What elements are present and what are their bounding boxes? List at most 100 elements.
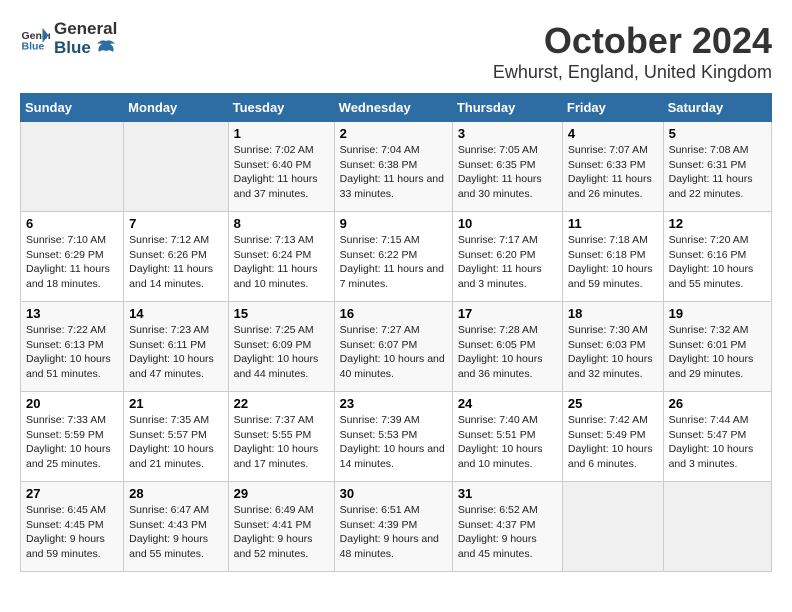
day-number: 3 — [458, 126, 557, 141]
day-number: 23 — [340, 396, 447, 411]
day-info: Sunrise: 7:25 AM Sunset: 6:09 PM Dayligh… — [234, 323, 329, 382]
day-number: 24 — [458, 396, 557, 411]
calendar-cell — [663, 482, 771, 572]
day-info: Sunrise: 7:37 AM Sunset: 5:55 PM Dayligh… — [234, 413, 329, 472]
calendar-week-5: 27 Sunrise: 6:45 AM Sunset: 4:45 PM Dayli… — [21, 482, 772, 572]
logo-general: General — [54, 20, 117, 39]
weekday-header-tuesday: Tuesday — [228, 94, 334, 122]
day-number: 21 — [129, 396, 222, 411]
day-number: 2 — [340, 126, 447, 141]
page-header: General Blue General Blue October 2024 E… — [20, 20, 772, 83]
logo: General Blue General Blue — [20, 20, 117, 57]
day-info: Sunrise: 6:49 AM Sunset: 4:41 PM Dayligh… — [234, 503, 329, 562]
weekday-header-monday: Monday — [124, 94, 228, 122]
day-number: 8 — [234, 216, 329, 231]
calendar-cell: 11 Sunrise: 7:18 AM Sunset: 6:18 PM Dayli… — [562, 212, 663, 302]
calendar-week-2: 6 Sunrise: 7:10 AM Sunset: 6:29 PM Daylig… — [21, 212, 772, 302]
calendar-cell: 25 Sunrise: 7:42 AM Sunset: 5:49 PM Dayli… — [562, 392, 663, 482]
weekday-header-saturday: Saturday — [663, 94, 771, 122]
calendar-cell: 18Sunrise: 7:30 AM Sunset: 6:03 PM Dayli… — [562, 302, 663, 392]
title-area: October 2024 Ewhurst, England, United Ki… — [493, 20, 772, 83]
calendar-cell — [562, 482, 663, 572]
day-info: Sunrise: 6:51 AM Sunset: 4:39 PM Dayligh… — [340, 503, 447, 562]
day-number: 15 — [234, 306, 329, 321]
weekday-header-wednesday: Wednesday — [334, 94, 452, 122]
day-number: 27 — [26, 486, 118, 501]
calendar-cell: 10 Sunrise: 7:17 AM Sunset: 6:20 PM Dayli… — [452, 212, 562, 302]
day-info: Sunrise: 7:20 AM Sunset: 6:16 PM Dayligh… — [669, 233, 766, 292]
calendar-cell: 28Sunrise: 6:47 AM Sunset: 4:43 PM Dayli… — [124, 482, 228, 572]
calendar-cell — [124, 122, 228, 212]
calendar-week-1: 1Sunrise: 7:02 AM Sunset: 6:40 PM Daylig… — [21, 122, 772, 212]
calendar-cell: 22 Sunrise: 7:37 AM Sunset: 5:55 PM Dayli… — [228, 392, 334, 482]
day-number: 20 — [26, 396, 118, 411]
calendar-cell: 29 Sunrise: 6:49 AM Sunset: 4:41 PM Dayli… — [228, 482, 334, 572]
calendar-cell: 4 Sunrise: 7:07 AM Sunset: 6:33 PM Daylig… — [562, 122, 663, 212]
calendar-cell: 2 Sunrise: 7:04 AM Sunset: 6:38 PM Daylig… — [334, 122, 452, 212]
calendar-cell: 13 Sunrise: 7:22 AM Sunset: 6:13 PM Dayli… — [21, 302, 124, 392]
day-info: Sunrise: 7:15 AM Sunset: 6:22 PM Dayligh… — [340, 233, 447, 292]
calendar-cell: 26 Sunrise: 7:44 AM Sunset: 5:47 PM Dayli… — [663, 392, 771, 482]
day-info: Sunrise: 7:10 AM Sunset: 6:29 PM Dayligh… — [26, 233, 118, 292]
calendar-cell: 20 Sunrise: 7:33 AM Sunset: 5:59 PM Dayli… — [21, 392, 124, 482]
day-number: 29 — [234, 486, 329, 501]
calendar-cell: 9Sunrise: 7:15 AM Sunset: 6:22 PM Daylig… — [334, 212, 452, 302]
day-info: Sunrise: 7:12 AM Sunset: 6:26 PM Dayligh… — [129, 233, 222, 292]
day-info: Sunrise: 7:42 AM Sunset: 5:49 PM Dayligh… — [568, 413, 658, 472]
day-info: Sunrise: 7:17 AM Sunset: 6:20 PM Dayligh… — [458, 233, 557, 292]
day-info: Sunrise: 7:13 AM Sunset: 6:24 PM Dayligh… — [234, 233, 329, 292]
calendar-cell: 8 Sunrise: 7:13 AM Sunset: 6:24 PM Daylig… — [228, 212, 334, 302]
weekday-header-row: SundayMondayTuesdayWednesdayThursdayFrid… — [21, 94, 772, 122]
svg-text:Blue: Blue — [22, 40, 45, 52]
day-info: Sunrise: 7:05 AM Sunset: 6:35 PM Dayligh… — [458, 143, 557, 202]
day-info: Sunrise: 7:44 AM Sunset: 5:47 PM Dayligh… — [669, 413, 766, 472]
calendar-cell: 14 Sunrise: 7:23 AM Sunset: 6:11 PM Dayli… — [124, 302, 228, 392]
day-number: 4 — [568, 126, 658, 141]
day-info: Sunrise: 6:45 AM Sunset: 4:45 PM Dayligh… — [26, 503, 118, 562]
day-number: 26 — [669, 396, 766, 411]
calendar-cell: 17Sunrise: 7:28 AM Sunset: 6:05 PM Dayli… — [452, 302, 562, 392]
weekday-header-thursday: Thursday — [452, 94, 562, 122]
day-number: 7 — [129, 216, 222, 231]
day-info: Sunrise: 7:23 AM Sunset: 6:11 PM Dayligh… — [129, 323, 222, 382]
day-number: 13 — [26, 306, 118, 321]
day-number: 22 — [234, 396, 329, 411]
calendar-cell: 30 Sunrise: 6:51 AM Sunset: 4:39 PM Dayli… — [334, 482, 452, 572]
day-number: 11 — [568, 216, 658, 231]
day-info: Sunrise: 7:35 AM Sunset: 5:57 PM Dayligh… — [129, 413, 222, 472]
calendar-cell: 21 Sunrise: 7:35 AM Sunset: 5:57 PM Dayli… — [124, 392, 228, 482]
day-number: 14 — [129, 306, 222, 321]
day-number: 25 — [568, 396, 658, 411]
day-info: Sunrise: 7:18 AM Sunset: 6:18 PM Dayligh… — [568, 233, 658, 292]
day-number: 10 — [458, 216, 557, 231]
calendar-cell: 24Sunrise: 7:40 AM Sunset: 5:51 PM Dayli… — [452, 392, 562, 482]
day-number: 31 — [458, 486, 557, 501]
day-info: Sunrise: 7:04 AM Sunset: 6:38 PM Dayligh… — [340, 143, 447, 202]
day-number: 30 — [340, 486, 447, 501]
calendar-cell: 31 Sunrise: 6:52 AM Sunset: 4:37 PM Dayli… — [452, 482, 562, 572]
day-info: Sunrise: 7:07 AM Sunset: 6:33 PM Dayligh… — [568, 143, 658, 202]
calendar-cell: 1Sunrise: 7:02 AM Sunset: 6:40 PM Daylig… — [228, 122, 334, 212]
calendar-cell: 19Sunrise: 7:32 AM Sunset: 6:01 PM Dayli… — [663, 302, 771, 392]
day-number: 6 — [26, 216, 118, 231]
day-info: Sunrise: 7:28 AM Sunset: 6:05 PM Dayligh… — [458, 323, 557, 382]
calendar-week-4: 20 Sunrise: 7:33 AM Sunset: 5:59 PM Dayli… — [21, 392, 772, 482]
day-info: Sunrise: 7:33 AM Sunset: 5:59 PM Dayligh… — [26, 413, 118, 472]
calendar-cell: 7 Sunrise: 7:12 AM Sunset: 6:26 PM Daylig… — [124, 212, 228, 302]
calendar-cell: 12Sunrise: 7:20 AM Sunset: 6:16 PM Dayli… — [663, 212, 771, 302]
calendar-cell: 5Sunrise: 7:08 AM Sunset: 6:31 PM Daylig… — [663, 122, 771, 212]
day-info: Sunrise: 7:39 AM Sunset: 5:53 PM Dayligh… — [340, 413, 447, 472]
month-title: October 2024 — [493, 20, 772, 62]
day-number: 1 — [234, 126, 329, 141]
day-info: Sunrise: 6:52 AM Sunset: 4:37 PM Dayligh… — [458, 503, 557, 562]
logo-bird-icon — [95, 39, 117, 57]
calendar-cell: 6 Sunrise: 7:10 AM Sunset: 6:29 PM Daylig… — [21, 212, 124, 302]
calendar-cell: 3 Sunrise: 7:05 AM Sunset: 6:35 PM Daylig… — [452, 122, 562, 212]
day-info: Sunrise: 7:22 AM Sunset: 6:13 PM Dayligh… — [26, 323, 118, 382]
calendar-cell: 23 Sunrise: 7:39 AM Sunset: 5:53 PM Dayli… — [334, 392, 452, 482]
day-info: Sunrise: 6:47 AM Sunset: 4:43 PM Dayligh… — [129, 503, 222, 562]
calendar-cell: 27 Sunrise: 6:45 AM Sunset: 4:45 PM Dayli… — [21, 482, 124, 572]
logo-icon: General Blue — [20, 24, 50, 54]
calendar-cell — [21, 122, 124, 212]
calendar-week-3: 13 Sunrise: 7:22 AM Sunset: 6:13 PM Dayli… — [21, 302, 772, 392]
